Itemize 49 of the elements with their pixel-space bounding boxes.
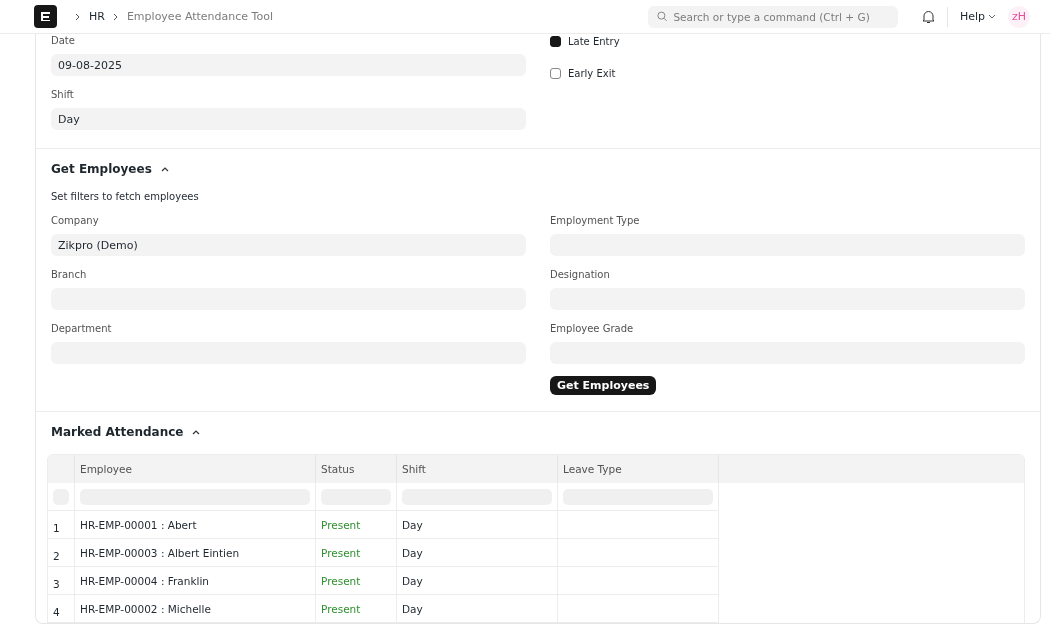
help-menu[interactable]: Help (959, 10, 996, 23)
field-label: Employee Grade (550, 323, 635, 336)
table-cell: Day (402, 602, 423, 615)
row-number: 2 (53, 549, 60, 562)
status-text: Present (321, 602, 361, 615)
section-title[interactable]: Marked Attendance (51, 425, 184, 439)
table-cell: HR-EMP-00001 : Abert (80, 518, 197, 531)
table-cell: HR-EMP-00004 : Franklin (80, 574, 209, 587)
text-field[interactable]: Zikpro (Demo) (51, 234, 526, 256)
checkbox-label: Late Entry (568, 35, 620, 47)
chevron-right-icon (112, 12, 119, 21)
app-logo[interactable] (34, 5, 57, 28)
status-text: Present (321, 518, 361, 531)
search-field[interactable]: Search or type a command (Ctrl + G) (647, 5, 898, 28)
column-header: Leave Type (563, 463, 622, 475)
status-text: Present (321, 574, 361, 587)
caret-icon (988, 13, 996, 20)
get-employees-button[interactable]: Get Employees (550, 376, 657, 395)
field-label: Department (51, 323, 113, 336)
checkbox-label: Early Exit (568, 67, 616, 79)
table-cell: Day (402, 518, 423, 531)
checkbox[interactable] (550, 35, 561, 47)
chevron-right-icon (75, 12, 81, 21)
status-text: Present (321, 546, 361, 559)
field-label: Company (51, 215, 100, 228)
breadcrumb-link[interactable]: HR (89, 10, 105, 23)
column-header: Shift (402, 463, 426, 475)
field-label: Branch (51, 269, 88, 282)
checkbox[interactable] (550, 67, 561, 79)
field-label: Date (51, 35, 76, 48)
row-number: 4 (53, 605, 60, 618)
table-cell: Day (402, 574, 423, 587)
text-field[interactable]: Day (51, 108, 526, 130)
row-number: 1 (53, 521, 60, 534)
text-field[interactable]: 09-08-2025 (51, 54, 526, 76)
field-label: Employment Type (550, 215, 641, 228)
column-header: Status (321, 463, 355, 475)
table-cell: HR-EMP-00003 : Albert Eintien (80, 546, 240, 559)
hint-text: Set filters to fetch employees (51, 191, 200, 202)
bell-icon[interactable] (921, 9, 935, 24)
breadcrumb-link[interactable]: Employee Attendance Tool (126, 10, 273, 23)
search-icon (656, 11, 668, 22)
row-number: 3 (53, 577, 60, 590)
table-cell: Day (402, 546, 423, 559)
field-label: Designation (550, 269, 611, 282)
column-header: Employee (80, 463, 132, 475)
section-title[interactable]: Get Employees (51, 162, 152, 176)
table-cell: HR-EMP-00002 : Michelle (80, 602, 211, 615)
field-label: Shift (51, 89, 75, 102)
